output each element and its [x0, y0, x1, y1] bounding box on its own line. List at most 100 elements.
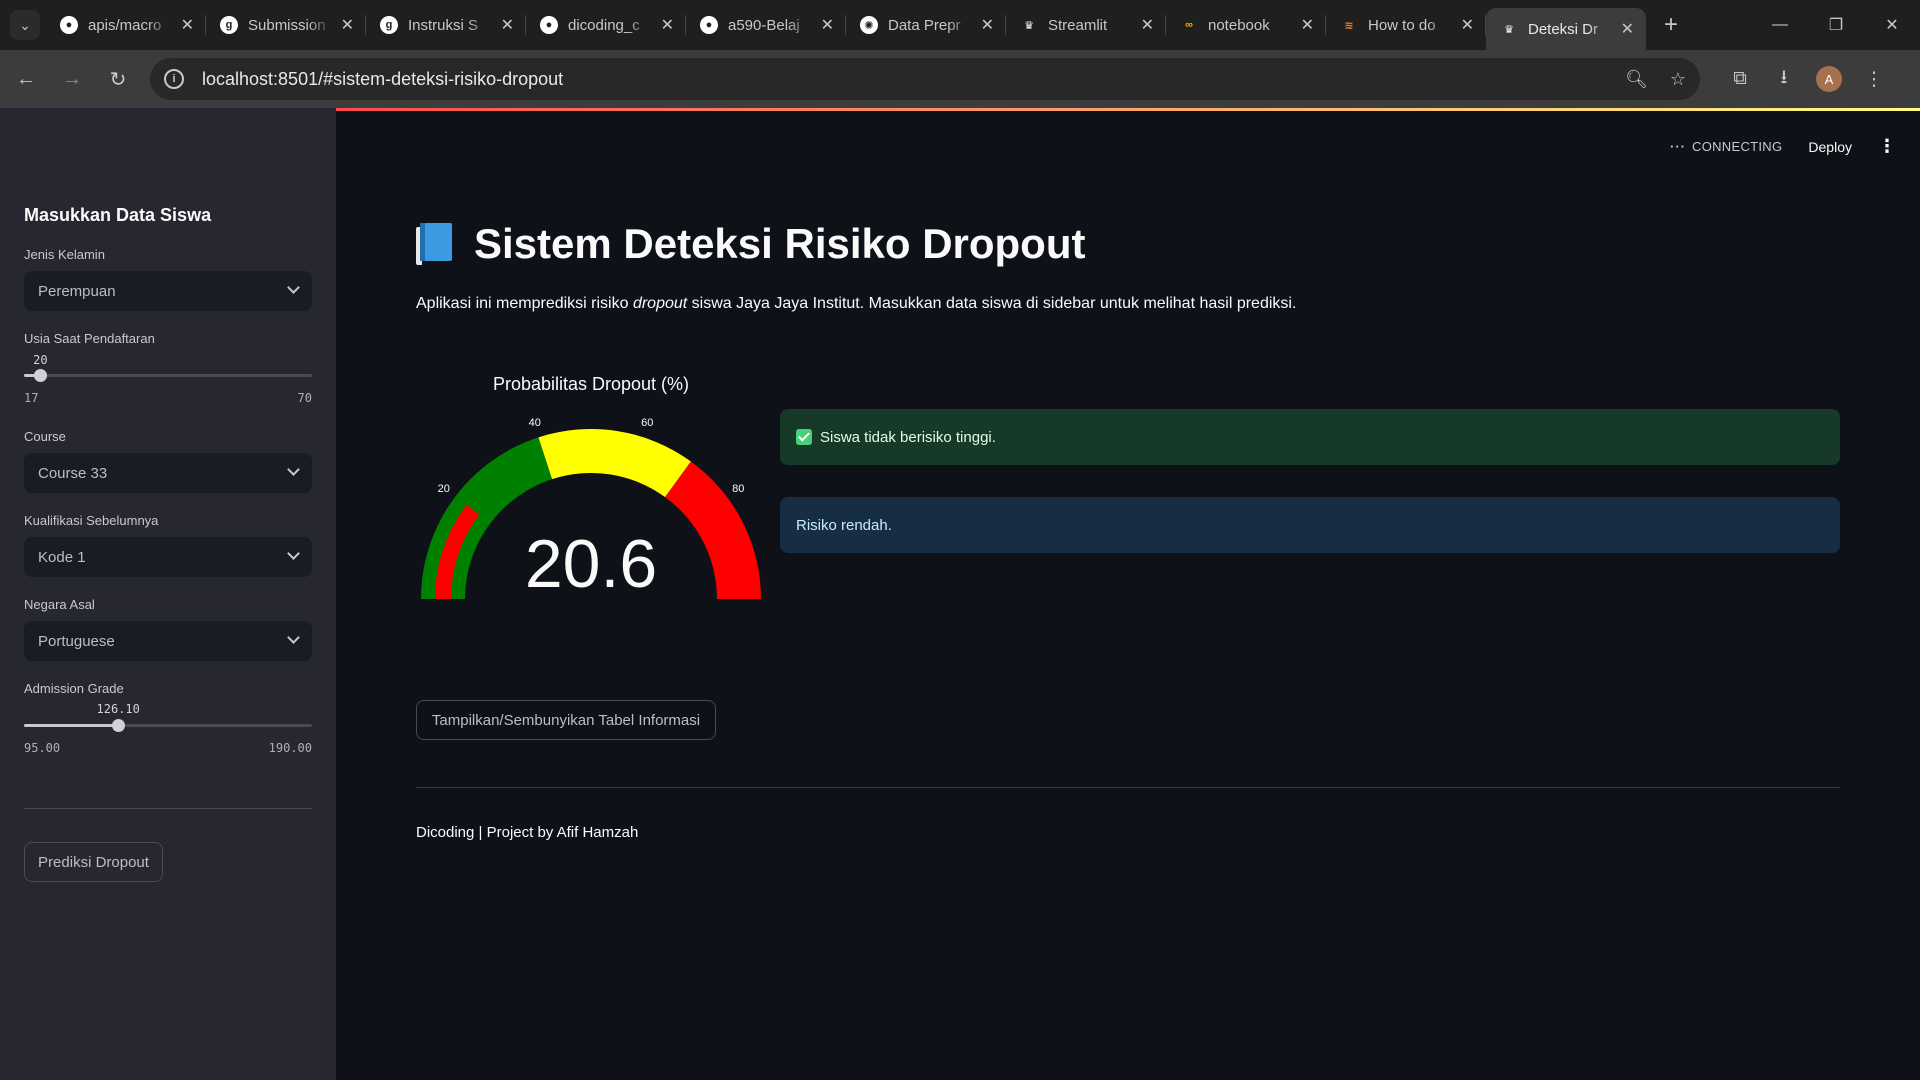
tab-close-icon[interactable]: ✕ [981, 15, 994, 35]
browser-tab-title: notebook [1208, 16, 1270, 34]
age-slider-value: 20 [33, 353, 48, 367]
age-slider-max: 70 [297, 391, 312, 405]
nationality-select-value: Portuguese [38, 632, 115, 650]
address-bar[interactable]: i localhost:8501/#sistem-deteksi-risiko-… [150, 58, 1700, 100]
qualification-label: Kualifikasi Sebelumnya [24, 513, 159, 528]
info-alert-text: Risiko rendah. [796, 516, 892, 534]
nationality-select[interactable]: Portuguese [24, 621, 312, 661]
browser-tab-bar: ⌄ ● apis/macro ✕ g Submission ✕ g Instruksi S ✕ ●… [0, 0, 1920, 50]
tab-close-icon[interactable]: ✕ [341, 15, 354, 35]
success-alert-text: Siswa tidak berisiko tinggi. [820, 428, 996, 446]
browser-tab[interactable]: ∞ notebook ✕ [1166, 0, 1326, 50]
profile-avatar[interactable]: A [1816, 66, 1842, 92]
page-title: Sistem Deteksi Risiko Dropout [416, 220, 1085, 268]
connecting-dots-icon: ··· [1670, 139, 1687, 154]
admission-slider-thumb[interactable] [112, 719, 126, 732]
github-icon: ● [60, 16, 78, 34]
nationality-label: Negara Asal [24, 597, 95, 612]
browser-tab[interactable]: ♛ Deteksi Dr ✕ [1486, 8, 1646, 50]
bookmark-star-icon[interactable]: ☆ [1670, 69, 1686, 90]
sidebar-title: Masukkan Data Siswa [24, 205, 212, 225]
gauge-tick-label: 80 [732, 483, 744, 495]
sidebar: Masukkan Data Siswa Jenis Kelamin Peremp… [0, 108, 336, 1080]
browser-tab-title: dicoding_c [568, 16, 640, 34]
browser-tab-title: Streamlit [1048, 16, 1108, 34]
qualification-select[interactable]: Kode 1 [24, 537, 312, 577]
dicoding-icon: g [220, 16, 238, 34]
check-mark-icon [796, 429, 812, 445]
chevron-down-icon [287, 463, 300, 476]
minimize-icon[interactable]: — [1752, 0, 1808, 50]
tab-close-icon[interactable]: ✕ [501, 15, 514, 35]
admission-slider[interactable] [24, 719, 312, 732]
dropout-gauge-chart: Probabilitas Dropout (%) 20 40 60 80 20.6 [416, 374, 766, 614]
url-text[interactable]: localhost:8501/#sistem-deteksi-risiko-dr… [202, 69, 1603, 90]
age-slider-thumb[interactable] [34, 369, 48, 382]
window-controls: — ❐ ✕ [1752, 0, 1920, 50]
gauge-step-2 [665, 461, 761, 599]
browser-tab[interactable]: g Submission ✕ [206, 0, 366, 50]
openai-icon: ✺ [860, 16, 878, 34]
stackoverflow-icon: ≋ [1344, 19, 1354, 32]
extensions-puzzle-icon[interactable]: ⧉ [1718, 68, 1762, 90]
admission-label: Admission Grade [24, 681, 124, 696]
browser-tab[interactable]: ● a590-Belaj ✕ [686, 0, 846, 50]
toolbar-actions: ⧉ ⭳ A ⋮ [1718, 63, 1896, 95]
admission-slider-max: 190.00 [268, 741, 312, 755]
toggle-info-table-button[interactable]: Tampilkan/Sembunyikan Tabel Informasi [416, 700, 716, 740]
browser-tab[interactable]: ● apis/macro ✕ [46, 0, 206, 50]
gender-label: Jenis Kelamin [24, 247, 105, 262]
tab-close-icon[interactable]: ✕ [1141, 15, 1154, 35]
streamlit-icon: ♛ [1504, 23, 1514, 36]
tab-strip: ● apis/macro ✕ g Submission ✕ g Instruksi S ✕ ● di… [46, 0, 1646, 50]
chevron-down-icon [287, 547, 300, 560]
tab-search-chevron-icon[interactable]: ⌄ [10, 10, 40, 40]
app-header: ··· CONNECTING Deploy ⋮ [1670, 136, 1896, 157]
browser-tab-title: a590-Belaj [728, 16, 800, 34]
gauge-svg: 20 40 60 80 20.6 [421, 417, 761, 602]
browser-menu-kebab-icon[interactable]: ⋮ [1852, 68, 1896, 91]
browser-tab[interactable]: ♛ Streamlit ✕ [1006, 0, 1166, 50]
browser-tab-title: Deteksi Dr [1528, 20, 1599, 38]
tab-close-icon[interactable]: ✕ [661, 15, 674, 35]
qualification-select-value: Kode 1 [38, 548, 86, 566]
browser-tab-title: apis/macro [88, 16, 162, 34]
browser-tab[interactable]: ≋ How to do ✕ [1326, 0, 1486, 50]
tab-close-icon[interactable]: ✕ [821, 15, 834, 35]
chevron-down-icon [287, 631, 300, 644]
course-select[interactable]: Course 33 [24, 453, 312, 493]
main-menu-kebab-icon[interactable]: ⋮ [1878, 136, 1896, 157]
age-slider-min: 17 [24, 391, 39, 405]
tab-close-icon[interactable]: ✕ [1621, 19, 1634, 39]
back-arrow-icon[interactable]: ← [6, 59, 46, 99]
age-slider[interactable] [24, 369, 312, 382]
course-select-value: Course 33 [38, 464, 108, 482]
close-window-icon[interactable]: ✕ [1864, 0, 1920, 50]
tab-close-icon[interactable]: ✕ [181, 15, 194, 35]
restore-icon[interactable]: ❐ [1808, 0, 1864, 50]
github-icon: ● [540, 16, 558, 34]
gauge-step-1 [538, 429, 691, 498]
download-icon[interactable]: ⭳ [1762, 63, 1806, 95]
tab-close-icon[interactable]: ✕ [1301, 15, 1314, 35]
browser-tab[interactable]: ● dicoding_c ✕ [526, 0, 686, 50]
forward-arrow-icon[interactable]: → [52, 59, 92, 99]
site-info-icon[interactable]: i [164, 69, 184, 89]
new-tab-plus-icon[interactable]: + [1654, 8, 1688, 42]
zoom-icon[interactable]: 🔍︎ [1625, 69, 1648, 90]
main-content: ··· CONNECTING Deploy ⋮ Sistem Deteksi R… [336, 108, 1920, 1080]
deploy-button[interactable]: Deploy [1808, 139, 1852, 155]
page-title-text: Sistem Deteksi Risiko Dropout [474, 220, 1086, 267]
browser-tab-title: Submission [248, 16, 326, 34]
tab-close-icon[interactable]: ✕ [1461, 15, 1474, 35]
browser-tab[interactable]: ✺ Data Prepr ✕ [846, 0, 1006, 50]
connection-status: CONNECTING [1692, 139, 1783, 154]
age-label: Usia Saat Pendaftaran [24, 331, 155, 346]
admission-slider-value: 126.10 [96, 702, 140, 716]
chevron-down-icon [287, 281, 300, 294]
gender-select[interactable]: Perempuan [24, 271, 312, 311]
predict-dropout-button[interactable]: Prediksi Dropout [24, 842, 163, 882]
reload-icon[interactable]: ↻ [98, 59, 138, 99]
course-label: Course [24, 429, 66, 444]
browser-tab[interactable]: g Instruksi S ✕ [366, 0, 526, 50]
